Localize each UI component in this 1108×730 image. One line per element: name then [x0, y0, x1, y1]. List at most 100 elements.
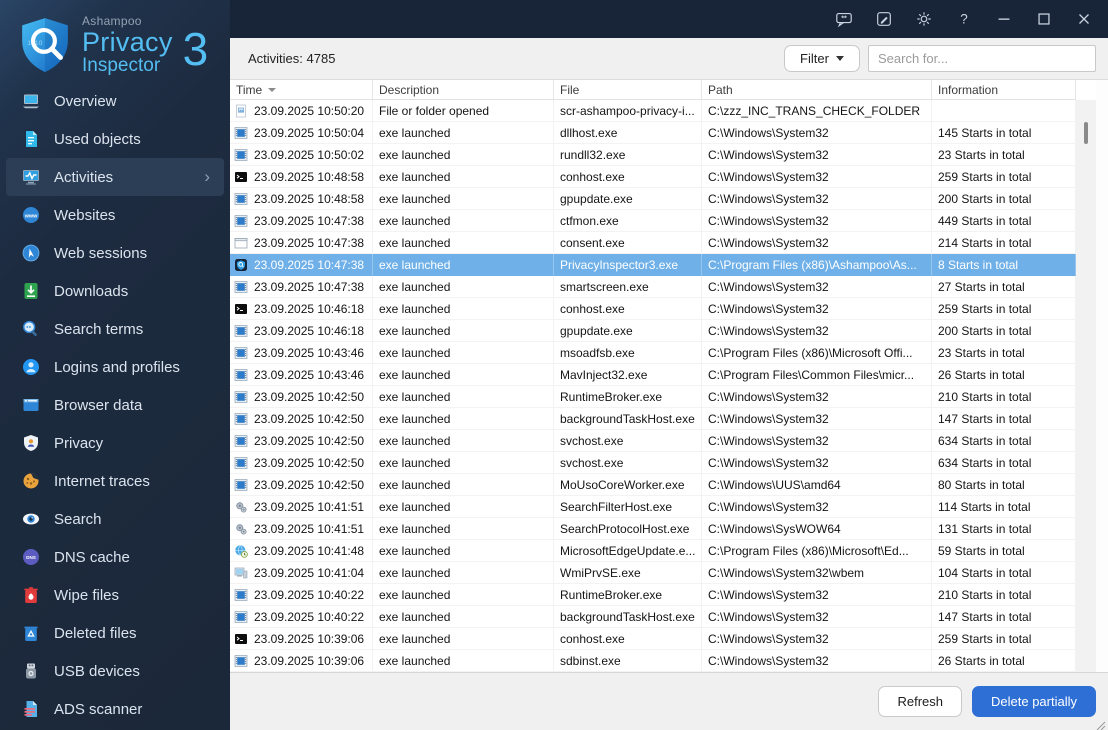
cell-file: msoadfsb.exe	[554, 342, 702, 364]
cell-file: rundll32.exe	[554, 144, 702, 166]
table-row[interactable]: 23.09.2025 10:46:18 exe launched conhost.e…	[230, 298, 1076, 320]
table-row[interactable]: 23.09.2025 10:41:04 exe launched WmiPrvSE.…	[230, 562, 1076, 584]
table-row[interactable]: 23.09.2025 10:47:38 exe launched consent.e…	[230, 232, 1076, 254]
sidebar-item-dns-cache[interactable]: DNSDNS cache›	[6, 538, 224, 576]
table-row[interactable]: 23.09.2025 10:42:50 exe launched MoUsoCore…	[230, 474, 1076, 496]
table-row[interactable]: 23.09.2025 10:42:50 exe launched RuntimeBr…	[230, 386, 1076, 408]
vertical-scrollbar[interactable]	[1076, 100, 1096, 672]
table-row[interactable]: 23.09.2025 10:43:46 exe launched msoadfsb.…	[230, 342, 1076, 364]
cell-description: exe launched	[373, 144, 554, 166]
sidebar-item-usb-devices[interactable]: USB devices›	[6, 652, 224, 690]
logo-version: 3	[182, 23, 209, 75]
sidebar-item-websites[interactable]: wwwWebsites›	[6, 196, 224, 234]
sidebar-item-search[interactable]: Search›	[6, 500, 224, 538]
gear-icon[interactable]	[914, 9, 934, 29]
chevron-down-icon	[835, 56, 844, 61]
sidebar-item-logins-and-profiles[interactable]: Logins and profiles›	[6, 348, 224, 386]
cell-path: C:\Program Files (x86)\Microsoft\Ed...	[702, 540, 932, 562]
cell-information: 449 Starts in total	[932, 210, 1076, 232]
minimize-icon[interactable]	[994, 9, 1014, 29]
cell-time: 23.09.2025 10:48:58	[230, 166, 373, 188]
cell-path: C:\Program Files (x86)\Microsoft Offi...	[702, 342, 932, 364]
cell-time: 23.09.2025 10:41:51	[230, 496, 373, 518]
table-row[interactable]: 23.09.2025 10:40:22 exe launched backgroun…	[230, 606, 1076, 628]
time-value: 23.09.2025 10:41:48	[254, 543, 365, 558]
sidebar: 1010 Ashampoo Privacy Inspector 3 Overvi…	[0, 0, 230, 730]
maximize-icon[interactable]	[1034, 9, 1054, 29]
table-row[interactable]: 23.09.2025 10:47:38 exe launched ctfmon.ex…	[230, 210, 1076, 232]
sidebar-item-web-sessions[interactable]: Web sessions›	[6, 234, 224, 272]
sidebar-item-privacy[interactable]: Privacy›	[6, 424, 224, 462]
sidebar-item-wipe-files[interactable]: Wipe files›	[6, 576, 224, 614]
help-icon[interactable]: ?	[954, 9, 974, 29]
table-row[interactable]: 23.09.2025 10:50:02 exe launched rundll32.…	[230, 144, 1076, 166]
sidebar-item-activities[interactable]: Activities ›	[6, 158, 224, 196]
cell-path: C:\Windows\System32	[702, 650, 932, 672]
logo-company: Ashampoo	[82, 14, 142, 28]
table-row[interactable]: 23.09.2025 10:42:50 exe launched backgroun…	[230, 408, 1076, 430]
table-row[interactable]: 23.09.2025 10:48:58 exe launched conhost.e…	[230, 166, 1076, 188]
feedback-icon[interactable]: **	[834, 9, 854, 29]
cell-time: 23.09.2025 10:41:48	[230, 540, 373, 562]
sidebar-item-downloads[interactable]: Downloads›	[6, 272, 224, 310]
table-row[interactable]: 23.09.2025 10:42:50 exe launched svchost.e…	[230, 430, 1076, 452]
privacy-app-file-icon	[234, 258, 248, 272]
delete-partially-button[interactable]: Delete partially	[972, 686, 1096, 717]
cell-time: 23.09.2025 10:46:18	[230, 298, 373, 320]
sidebar-item-used-objects[interactable]: Used objects›	[6, 120, 224, 158]
table-header: Time Description File Path Information	[230, 80, 1076, 100]
time-value: 23.09.2025 10:41:04	[254, 565, 365, 580]
resize-grip-icon[interactable]	[1096, 718, 1106, 730]
websites-icon: www	[22, 206, 40, 224]
column-header-label: Description	[379, 82, 440, 97]
column-header-time[interactable]: Time	[230, 80, 373, 100]
cell-information: 634 Starts in total	[932, 430, 1076, 452]
cell-information: 145 Starts in total	[932, 122, 1076, 144]
column-header-description[interactable]: Description	[373, 80, 554, 100]
table-row[interactable]: 23.09.2025 10:43:46 exe launched MavInject…	[230, 364, 1076, 386]
svg-text:DNS: DNS	[26, 555, 36, 560]
sidebar-item-internet-traces[interactable]: Internet traces›	[6, 462, 224, 500]
table-row[interactable]: 23.09.2025 10:39:06 exe launched sdbinst.e…	[230, 650, 1076, 672]
table-row[interactable]: 23.09.2025 10:50:20 File or folder opened…	[230, 100, 1076, 122]
activities-table: Time Description File Path Information 23.09…	[230, 80, 1076, 672]
table-row[interactable]: 23.09.2025 10:46:18 exe launched gpupdate.…	[230, 320, 1076, 342]
filter-button[interactable]: Filter	[784, 45, 860, 72]
cell-description: exe launched	[373, 210, 554, 232]
cell-description: exe launched	[373, 606, 554, 628]
cell-description: exe launched	[373, 188, 554, 210]
cell-time: 23.09.2025 10:41:51	[230, 518, 373, 540]
cell-information: 210 Starts in total	[932, 584, 1076, 606]
table-row[interactable]: 23.09.2025 10:41:51 exe launched SearchFil…	[230, 496, 1076, 518]
table-row[interactable]: 23.09.2025 10:41:48 exe launched Microsoft…	[230, 540, 1076, 562]
sidebar-item-browser-data[interactable]: Browser data›	[6, 386, 224, 424]
column-header-information[interactable]: Information	[932, 80, 1076, 100]
table-row[interactable]: 23.09.2025 10:39:06 exe launched conhost.e…	[230, 628, 1076, 650]
computer-file-icon	[234, 566, 248, 580]
table-row[interactable]: 23.09.2025 10:40:22 exe launched RuntimeBr…	[230, 584, 1076, 606]
table-row[interactable]: 23.09.2025 10:47:38 exe launched PrivacyIn…	[230, 254, 1076, 276]
notes-icon[interactable]	[874, 9, 894, 29]
column-header-file[interactable]: File	[554, 80, 702, 100]
table-row[interactable]: 23.09.2025 10:47:38 exe launched smartscre…	[230, 276, 1076, 298]
chevron-right-icon: ›	[204, 167, 210, 186]
table-row[interactable]: 23.09.2025 10:48:58 exe launched gpupdate.…	[230, 188, 1076, 210]
sidebar-item-overview[interactable]: Overview›	[6, 82, 224, 120]
sidebar-item-search-terms[interactable]: Search terms›	[6, 310, 224, 348]
scrollbar-thumb[interactable]	[1084, 122, 1088, 144]
cell-time: 23.09.2025 10:42:50	[230, 474, 373, 496]
app-window: 1010 Ashampoo Privacy Inspector 3 Overvi…	[0, 0, 1108, 730]
column-header-path[interactable]: Path	[702, 80, 932, 100]
sidebar-item-deleted-files[interactable]: Deleted files›	[6, 614, 224, 652]
search-icon	[22, 510, 40, 528]
table-row[interactable]: 23.09.2025 10:42:50 exe launched svchost.e…	[230, 452, 1076, 474]
cell-time: 23.09.2025 10:40:22	[230, 606, 373, 628]
cell-path: C:\Windows\System32	[702, 144, 932, 166]
search-input[interactable]	[868, 45, 1096, 72]
table-row[interactable]: 23.09.2025 10:50:04 exe launched dllhost.e…	[230, 122, 1076, 144]
refresh-button[interactable]: Refresh	[878, 686, 962, 717]
close-icon[interactable]	[1074, 9, 1094, 29]
sidebar-item-ads-scanner[interactable]: ADS scanner›	[6, 690, 224, 728]
sidebar-item-label: Logins and profiles	[54, 358, 180, 376]
table-row[interactable]: 23.09.2025 10:41:51 exe launched SearchPro…	[230, 518, 1076, 540]
